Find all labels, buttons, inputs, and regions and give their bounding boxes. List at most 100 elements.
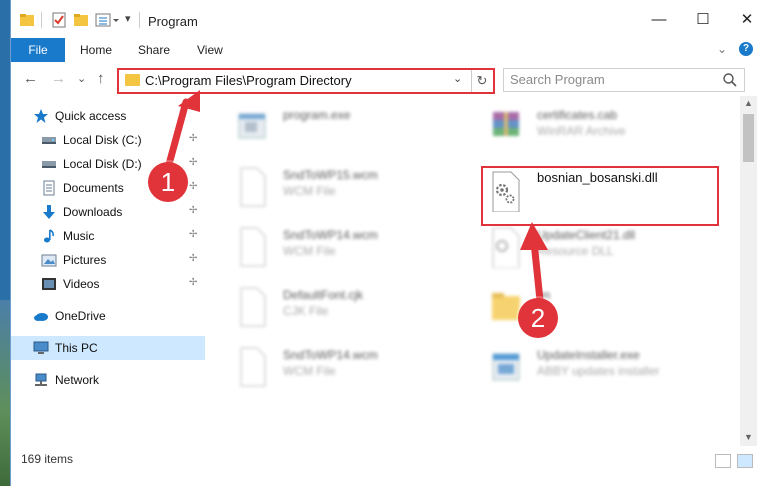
file-type: WCM File — [283, 364, 336, 378]
maximize-button[interactable]: ☐ — [681, 8, 725, 32]
file-name: program.exe — [283, 108, 351, 122]
sidebar-item-this-pc[interactable]: This PC — [11, 336, 205, 360]
blank-file-icon — [235, 166, 269, 208]
downloads-icon — [41, 204, 57, 220]
navigation-bar: ← → ⌄ ↑ C:\Program Files\Program Directo… — [11, 62, 769, 96]
blank-file-icon — [235, 346, 269, 388]
videos-icon — [41, 276, 57, 292]
cloud-icon — [33, 308, 49, 324]
sidebar-item-label: Local Disk (D:) — [63, 157, 142, 171]
sidebar-item-music[interactable]: Music ✢ — [11, 224, 205, 248]
file-explorer-window: ▾ Program — ☐ ✕ File Home Share View ⌄ ?… — [10, 0, 769, 486]
sidebar-item-label: Downloads — [63, 205, 123, 219]
file-item[interactable]: UpdateInstaller.exe ABBY updates install… — [489, 342, 739, 398]
vertical-scrollbar[interactable]: ▲ ▼ — [740, 96, 757, 446]
file-name: certificates.cab — [537, 108, 618, 122]
file-item[interactable]: SndToWP14.wcm WCM File — [235, 342, 485, 398]
search-input[interactable] — [510, 72, 710, 87]
drive-icon — [41, 156, 57, 172]
pin-icon[interactable]: ✢ — [189, 133, 197, 144]
scroll-up-icon[interactable]: ▲ — [744, 98, 753, 108]
file-list: program.exe SndToWP15.wcm WCM File SndTo… — [205, 96, 740, 446]
pin-icon[interactable]: ✢ — [189, 277, 197, 288]
forward-button[interactable]: → — [51, 70, 66, 87]
scroll-thumb[interactable] — [743, 114, 754, 162]
tab-view[interactable]: View — [197, 38, 223, 62]
tab-share[interactable]: Share — [138, 38, 170, 62]
navigation-pane: Quick access Local Disk (C:) ✢ Local Dis… — [11, 96, 205, 446]
details-view-icon[interactable] — [715, 454, 731, 468]
large-icons-view-icon[interactable] — [737, 454, 753, 468]
archive-icon — [489, 106, 523, 148]
sidebar-item-label: Videos — [63, 277, 100, 291]
window-title: Program — [148, 14, 198, 29]
sidebar-item-videos[interactable]: Videos ✢ — [11, 272, 205, 296]
file-item[interactable]: SndToWP14.wcm WCM File — [235, 222, 485, 278]
documents-icon — [41, 180, 57, 196]
new-folder-icon[interactable] — [73, 12, 89, 28]
file-name: SndToWP14.wcm — [283, 228, 378, 242]
pictures-icon — [41, 252, 57, 268]
address-path[interactable]: C:\Program Files\Program Directory — [145, 73, 352, 88]
sidebar-item-label: OneDrive — [55, 309, 106, 323]
pin-icon[interactable]: ✢ — [189, 229, 197, 240]
file-item[interactable]: program.exe — [235, 102, 485, 158]
sidebar-item-local-disk-c[interactable]: Local Disk (C:) ✢ — [11, 128, 205, 152]
step-badge-1: 1 — [148, 162, 188, 202]
file-type: WCM File — [283, 184, 336, 198]
file-item[interactable]: SndToWP15.wcm WCM File — [235, 162, 485, 218]
network-icon — [33, 372, 49, 388]
sidebar-item-downloads[interactable]: Downloads ✢ — [11, 200, 205, 224]
pin-icon[interactable]: ✢ — [189, 157, 197, 168]
help-icon[interactable]: ? — [739, 42, 753, 56]
address-bar[interactable]: C:\Program Files\Program Directory ⌄ ↻ — [117, 68, 495, 94]
close-button[interactable]: ✕ — [725, 8, 769, 32]
file-type: CJK File — [283, 304, 329, 318]
installer-icon — [489, 346, 523, 388]
back-button[interactable]: ← — [23, 70, 38, 87]
tab-file[interactable]: File — [11, 38, 65, 62]
search-box[interactable] — [503, 68, 745, 92]
file-item[interactable]: certificates.cab WinRAR Archive — [489, 102, 739, 158]
pin-icon[interactable]: ✢ — [189, 253, 197, 264]
divider — [41, 12, 42, 28]
tab-home[interactable]: Home — [80, 38, 112, 62]
sidebar-item-label: Local Disk (C:) — [63, 133, 142, 147]
search-icon[interactable] — [722, 72, 738, 88]
expand-ribbon-icon[interactable]: ⌄ — [717, 42, 727, 56]
pin-icon[interactable]: ✢ — [189, 205, 197, 216]
minimize-button[interactable]: — — [637, 8, 681, 32]
sidebar-item-label: Pictures — [63, 253, 107, 267]
folder-icon — [125, 74, 140, 86]
refresh-button[interactable]: ↻ — [471, 70, 492, 92]
sidebar-item-quick-access[interactable]: Quick access — [11, 104, 205, 128]
file-item[interactable]: UpdateClient21.dll Resource DLL — [489, 222, 739, 278]
sidebar-item-label: Documents — [63, 181, 124, 195]
file-name: SndToWP14.wcm — [283, 348, 378, 362]
file-type: WCM File — [283, 244, 336, 258]
properties-icon[interactable] — [51, 12, 67, 28]
highlight-frame — [481, 166, 719, 226]
sidebar-item-pictures[interactable]: Pictures ✢ — [11, 248, 205, 272]
folder-icon[interactable] — [19, 12, 35, 28]
view-options-icon[interactable] — [95, 12, 119, 28]
file-name: SndToWP15.wcm — [283, 168, 378, 182]
sidebar-item-label: This PC — [55, 341, 98, 355]
title-bar: ▾ Program — ☐ ✕ — [11, 0, 769, 38]
sidebar-item-onedrive[interactable]: OneDrive — [11, 304, 205, 328]
exe-icon — [235, 106, 269, 148]
file-item[interactable]: DefaultFont.cjk CJK File — [235, 282, 485, 338]
address-dropdown-icon[interactable]: ⌄ — [453, 72, 462, 85]
up-button[interactable]: ↑ — [97, 70, 105, 87]
sidebar-item-label: Music — [63, 229, 95, 243]
item-count: 169 items — [21, 452, 74, 466]
recent-locations-button[interactable]: ⌄ — [77, 72, 86, 85]
pin-icon[interactable]: ✢ — [189, 181, 197, 192]
sidebar-item-network[interactable]: Network — [11, 368, 205, 392]
scroll-down-icon[interactable]: ▼ — [744, 432, 753, 442]
ribbon: File Home Share View ⌄ ? — [11, 38, 769, 63]
music-icon — [41, 228, 57, 244]
pc-icon — [33, 340, 49, 356]
step-badge-2: 2 — [518, 298, 558, 338]
blank-file-icon — [235, 226, 269, 268]
